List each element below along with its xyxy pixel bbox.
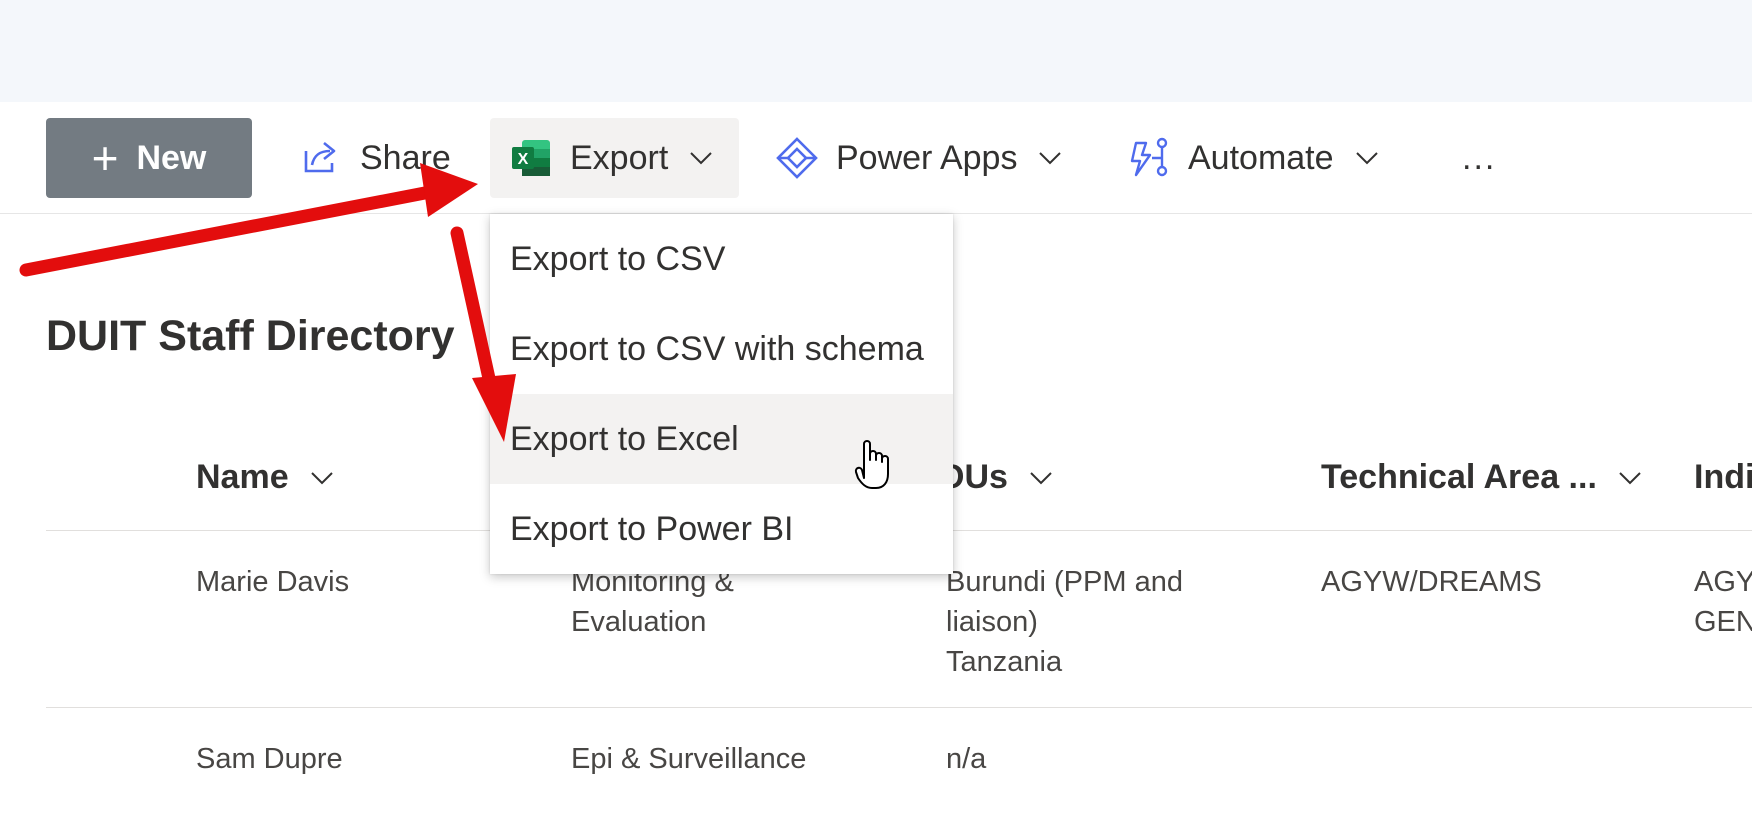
annotation-overlay bbox=[19, 163, 889, 489]
red-arrow-to-export bbox=[19, 163, 478, 277]
hand-cursor-icon bbox=[854, 440, 889, 489]
red-arrow-to-excel bbox=[450, 226, 516, 442]
